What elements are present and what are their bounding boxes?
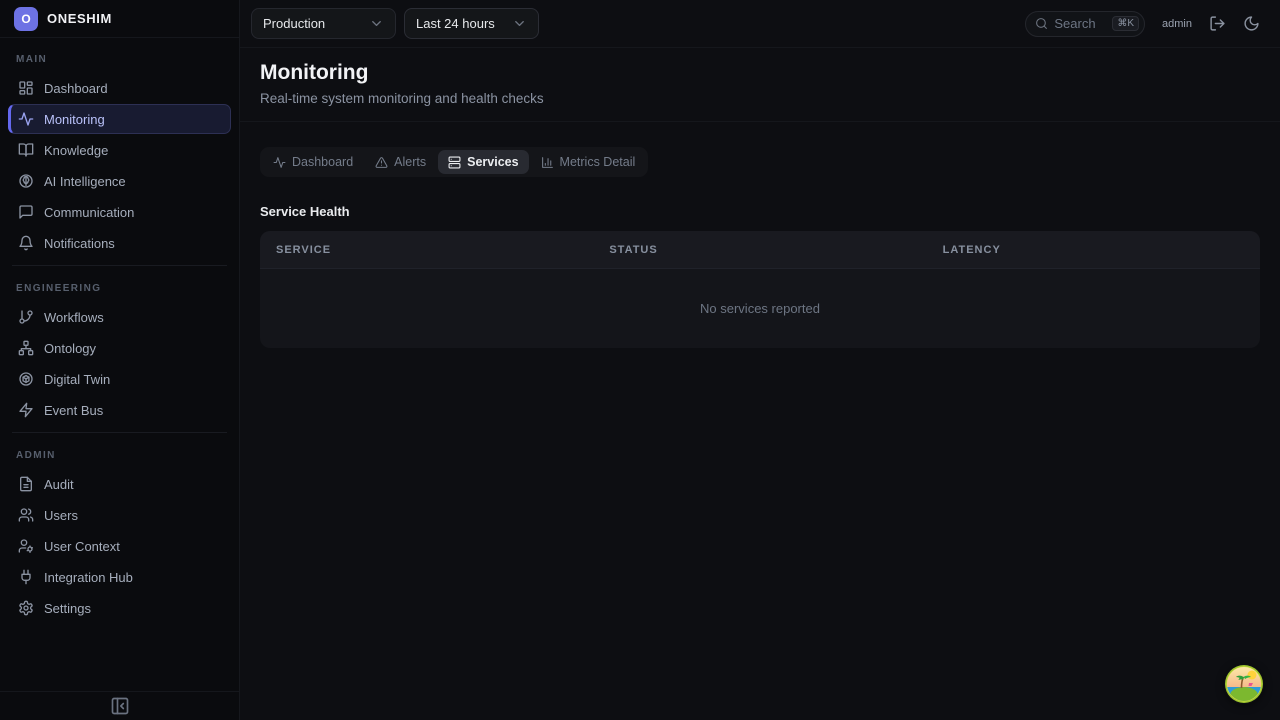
- environment-select[interactable]: Production: [251, 8, 396, 39]
- nav-section-main: MAIN: [16, 54, 48, 65]
- sidebar-item-ai-intelligence[interactable]: AI Intelligence: [8, 166, 231, 196]
- tab-label: Dashboard: [292, 155, 354, 169]
- sidebar-item-label: Dashboard: [44, 80, 108, 96]
- users-icon: [18, 507, 34, 523]
- collapse-sidebar-icon[interactable]: [110, 696, 130, 716]
- tab-services[interactable]: Services: [438, 150, 529, 174]
- sidebar-item-label: Users: [44, 507, 78, 523]
- environment-select-value: Production: [263, 16, 326, 31]
- app-name: ONESHIM: [47, 11, 112, 26]
- search-input[interactable]: [1054, 16, 1107, 31]
- git-branch-icon: [18, 309, 34, 325]
- page-content: Dashboard Alerts Services Metrics Detail: [240, 122, 1280, 720]
- layout-dashboard-icon: [18, 80, 34, 96]
- sidebar-item-label: Event Bus: [44, 402, 104, 418]
- username-label: admin: [1162, 17, 1192, 30]
- search-icon: [1035, 17, 1048, 30]
- app-logo-row: O ONESHIM: [0, 0, 239, 38]
- page-header: Monitoring Real-time system monitoring a…: [240, 48, 1280, 122]
- sidebar-item-label: Workflows: [44, 309, 104, 325]
- main-area: Production Last 24 hours ⌘K admin: [240, 0, 1280, 720]
- topbar-right: ⌘K admin: [1025, 10, 1260, 37]
- sidebar-item-monitoring[interactable]: Monitoring: [8, 104, 231, 134]
- search-shortcut-badge: ⌘K: [1112, 16, 1140, 31]
- search-box[interactable]: ⌘K: [1025, 10, 1146, 37]
- sidebar-item-label: Ontology: [44, 340, 97, 356]
- sidebar-item-label: Monitoring: [44, 111, 105, 127]
- nav-divider: [12, 265, 227, 266]
- activity-icon: [273, 156, 286, 169]
- sidebar-item-integration-hub[interactable]: Integration Hub: [8, 562, 231, 592]
- sidebar-item-communication[interactable]: Communication: [8, 197, 231, 227]
- bell-icon: [18, 235, 34, 251]
- message-square-icon: [18, 204, 34, 220]
- tab-label: Services: [467, 155, 519, 169]
- alert-triangle-icon: [375, 156, 388, 169]
- sidebar-item-label: Communication: [44, 204, 135, 220]
- sidebar-item-event-bus[interactable]: Event Bus: [8, 395, 231, 425]
- book-open-icon: [18, 142, 34, 158]
- bar-chart-icon: [541, 156, 554, 169]
- table-empty-state: No services reported: [700, 301, 820, 316]
- chevron-down-icon: [369, 16, 384, 31]
- sidebar-item-label: Integration Hub: [44, 569, 133, 585]
- server-icon: [448, 156, 461, 169]
- sidebar-item-ontology[interactable]: Ontology: [8, 333, 231, 363]
- tab-dashboard[interactable]: Dashboard: [263, 150, 363, 174]
- sidebar-item-label: Knowledge: [44, 142, 109, 158]
- sidebar: O ONESHIM MAIN Dashboard Monitoring Know…: [0, 0, 240, 720]
- sidebar-item-audit[interactable]: Audit: [8, 469, 231, 499]
- tab-alerts[interactable]: Alerts: [365, 150, 436, 174]
- nav-section-admin: ADMIN: [16, 450, 56, 461]
- time-range-select-value: Last 24 hours: [416, 16, 495, 31]
- sidebar-footer: [0, 691, 239, 720]
- sidebar-item-label: Notifications: [44, 235, 115, 251]
- sidebar-item-users[interactable]: Users: [8, 500, 231, 530]
- activity-icon: [18, 111, 34, 127]
- network-icon: [18, 340, 34, 356]
- sidebar-item-label: AI Intelligence: [44, 173, 126, 189]
- column-header-service: SERVICE: [276, 243, 332, 256]
- nav-divider: [12, 432, 227, 433]
- cube-icon: [18, 371, 34, 387]
- brain-icon: [18, 173, 34, 189]
- sidebar-nav: MAIN Dashboard Monitoring Knowledge AI I…: [0, 38, 239, 691]
- page-title: Monitoring: [260, 61, 369, 84]
- chevron-down-icon: [512, 16, 527, 31]
- column-header-latency: LATENCY: [942, 243, 1001, 256]
- logout-icon[interactable]: [1209, 15, 1226, 32]
- dark-mode-toggle-icon[interactable]: [1243, 15, 1260, 32]
- time-range-select[interactable]: Last 24 hours: [404, 8, 539, 39]
- zap-icon: [18, 402, 34, 418]
- sidebar-item-label: Audit: [44, 476, 74, 492]
- app-logo: O: [14, 6, 38, 31]
- gear-icon: [18, 600, 34, 616]
- page-subtitle: Real-time system monitoring and health c…: [260, 91, 544, 106]
- tab-label: Alerts: [394, 155, 427, 169]
- service-health-heading: Service Health: [260, 204, 350, 219]
- nav-section-engineering: ENGINEERING: [16, 283, 102, 294]
- sidebar-item-user-context[interactable]: User Context: [8, 531, 231, 561]
- service-health-table: SERVICE STATUS LATENCY No services repor…: [260, 231, 1260, 348]
- island-widget-button[interactable]: [1224, 664, 1264, 704]
- sidebar-item-dashboard[interactable]: Dashboard: [8, 73, 231, 103]
- sidebar-item-workflows[interactable]: Workflows: [8, 302, 231, 332]
- sidebar-item-label: User Context: [44, 538, 120, 554]
- tab-label: Metrics Detail: [559, 155, 636, 169]
- sidebar-item-settings[interactable]: Settings: [8, 593, 231, 623]
- sidebar-item-knowledge[interactable]: Knowledge: [8, 135, 231, 165]
- plug-icon: [18, 569, 34, 585]
- topbar: Production Last 24 hours ⌘K admin: [240, 0, 1280, 48]
- desert-island-icon: [1225, 665, 1263, 703]
- column-header-status: STATUS: [609, 243, 658, 256]
- sidebar-item-notifications[interactable]: Notifications: [8, 228, 231, 258]
- sidebar-item-label: Digital Twin: [44, 371, 111, 387]
- monitoring-tabs: Dashboard Alerts Services Metrics Detail: [260, 147, 649, 177]
- sidebar-item-digital-twin[interactable]: Digital Twin: [8, 364, 231, 394]
- sidebar-item-label: Settings: [44, 600, 91, 616]
- tab-metrics-detail[interactable]: Metrics Detail: [531, 150, 646, 174]
- table-header-row: SERVICE STATUS LATENCY: [260, 231, 1260, 269]
- user-cog-icon: [18, 538, 34, 554]
- file-text-icon: [18, 476, 34, 492]
